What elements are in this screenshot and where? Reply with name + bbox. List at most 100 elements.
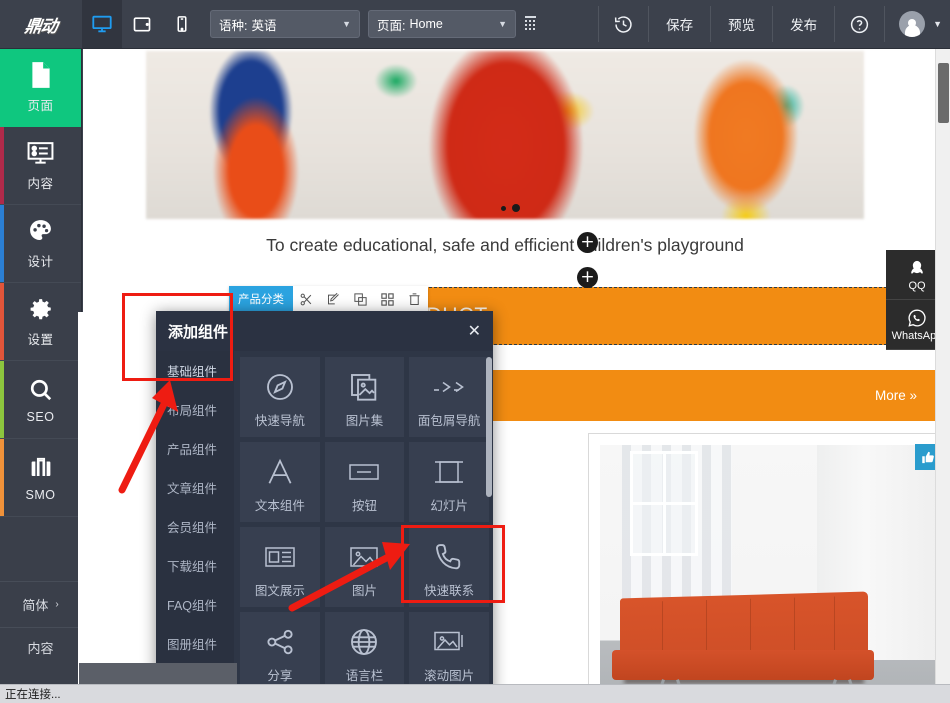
save-button[interactable]: 保存 [649,0,710,48]
cut-button[interactable] [293,286,320,312]
sidebar-item-seo[interactable]: SEO [0,361,81,439]
add-section-handle-top[interactable]: + [577,232,598,253]
component-label: 按钮 [351,498,377,513]
component-label: 语言栏 [345,668,384,683]
chevron-down-icon: ▼ [933,19,942,29]
image-stack-icon [348,366,380,408]
gear-icon [28,295,54,323]
picture-icon [348,536,380,578]
component-text[interactable]: 文本组件 [240,442,320,522]
copy-button[interactable] [347,286,374,312]
device-tablet-button[interactable] [122,0,162,48]
history-clock-icon [614,15,632,33]
briefcase-icon [28,454,54,482]
share-nodes-icon [264,621,296,663]
tab-article-components[interactable]: 文章组件 [156,468,234,507]
contact-qq-label: QQ [908,279,926,292]
tablet-icon [133,17,151,32]
page-icon [28,61,54,89]
grid-squares-icon [381,292,394,306]
layout-button[interactable] [374,286,401,312]
palette-icon [27,217,54,245]
add-section-handle-bottom[interactable]: + [577,267,598,288]
help-button[interactable] [835,0,884,48]
image-text-layout-icon [264,536,296,578]
component-label: 分享 [267,668,293,683]
hero-banner-image[interactable] [146,51,864,219]
sidebar-more-label: 内容 [27,641,54,656]
component-slideshow[interactable]: 幻灯片 [409,442,489,522]
component-button[interactable]: 按钮 [324,442,405,522]
component-share[interactable]: 分享 [240,612,320,692]
more-link[interactable]: More » [875,388,917,403]
page-select[interactable]: 页面: Home ▼ [368,10,516,38]
delete-button[interactable] [401,286,428,312]
sidebar-item-content[interactable]: 内容 [0,127,81,205]
sidebar-item-design[interactable]: 设计 [0,205,81,283]
sidebar-language-label: 简体 [22,598,49,613]
component-language-bar[interactable]: 语言栏 [324,612,405,692]
device-mobile-button[interactable] [162,0,202,48]
component-quick-nav[interactable]: 快速导航 [240,357,320,437]
component-label: 快速导航 [254,413,305,428]
tab-product-components[interactable]: 产品组件 [156,429,234,468]
sidebar-label-smo: SMO [25,487,56,502]
component-image-gallery[interactable]: 图片集 [324,357,405,437]
product-card[interactable] [588,433,948,703]
qq-penguin-icon [911,260,923,274]
sidebar-item-settings[interactable]: 设置 [0,283,81,361]
component-image-text-layout[interactable]: 图文展示 [240,527,320,607]
component-picture[interactable]: 图片 [324,527,405,607]
canvas-scrollbar-thumb[interactable] [938,63,949,123]
tab-faq-components[interactable]: FAQ组件 [156,585,234,624]
tab-basic-components[interactable]: 基础组件 [156,351,234,390]
app-logo[interactable]: 鼎动 [0,0,82,48]
background-popup-panel [78,312,157,685]
user-avatar-icon [899,11,926,37]
dialog-scrollbar[interactable] [486,357,492,697]
component-breadcrumb[interactable]: 面包屑导航 [409,357,489,437]
edit-button[interactable] [320,286,347,312]
tab-layout-components[interactable]: 布局组件 [156,390,234,429]
device-desktop-button[interactable] [82,0,122,48]
sidebar-item-more[interactable]: 内容 [0,627,81,667]
account-button[interactable]: ▼ [885,0,950,48]
sidebar-language-toggle[interactable]: 简体 › [0,581,81,627]
product-image-sofa [600,445,937,703]
sidebar-label-settings: 设置 [27,333,54,347]
breadcrumb-icon [432,366,466,408]
language-select-value: 英语 [251,18,277,33]
component-label: 图片集 [345,413,384,428]
close-icon[interactable]: ✕ [468,323,481,339]
element-type-tag: 产品分类 [229,286,293,312]
compass-navigate-icon [264,366,296,408]
tab-download-components[interactable]: 下载组件 [156,546,234,585]
sidebar-item-pages[interactable]: 页面 [0,49,81,127]
dialog-component-grid: 快速导航 图片集 面包屑导航 文本组件 按钮 幻灯片 图文展示 图片 快速联系 … [240,357,489,692]
publish-button[interactable]: 发布 [773,0,834,48]
page-select-value: Home [409,17,443,31]
language-select[interactable]: 语种: 英语 ▼ [210,10,360,38]
page-grid-button[interactable] [520,0,544,48]
component-scrolling-image[interactable]: 滚动图片 [409,612,489,692]
element-toolbar[interactable]: 产品分类 [229,286,428,312]
chevron-down-icon: ▼ [342,19,351,29]
component-quick-contact[interactable]: 快速联系 [409,527,489,607]
preview-button[interactable]: 预览 [711,0,772,48]
scissors-icon [300,293,312,305]
tab-album-components[interactable]: 图册组件 [156,624,234,663]
grid-dots-icon [525,16,536,30]
tab-member-components[interactable]: 会员组件 [156,507,234,546]
chevron-down-icon: ▼ [498,19,507,29]
page-select-label: 页面: [377,18,406,33]
status-bar: 正在连接... [0,684,238,703]
whatsapp-icon [908,308,926,327]
sidebar-item-smo[interactable]: SMO [0,439,81,517]
dialog-scrollbar-thumb[interactable] [486,357,492,497]
add-component-dialog[interactable]: 添加组件 ✕ 基础组件 布局组件 产品组件 文章组件 会员组件 下载组件 FAQ… [156,311,493,703]
pencil-square-icon [328,292,339,304]
history-button[interactable] [599,0,648,48]
dialog-category-tabs[interactable]: 基础组件 布局组件 产品组件 文章组件 会员组件 下载组件 FAQ组件 图册组件… [156,351,234,703]
language-select-label: 语种: [219,18,248,33]
canvas-scrollbar[interactable] [935,49,950,703]
